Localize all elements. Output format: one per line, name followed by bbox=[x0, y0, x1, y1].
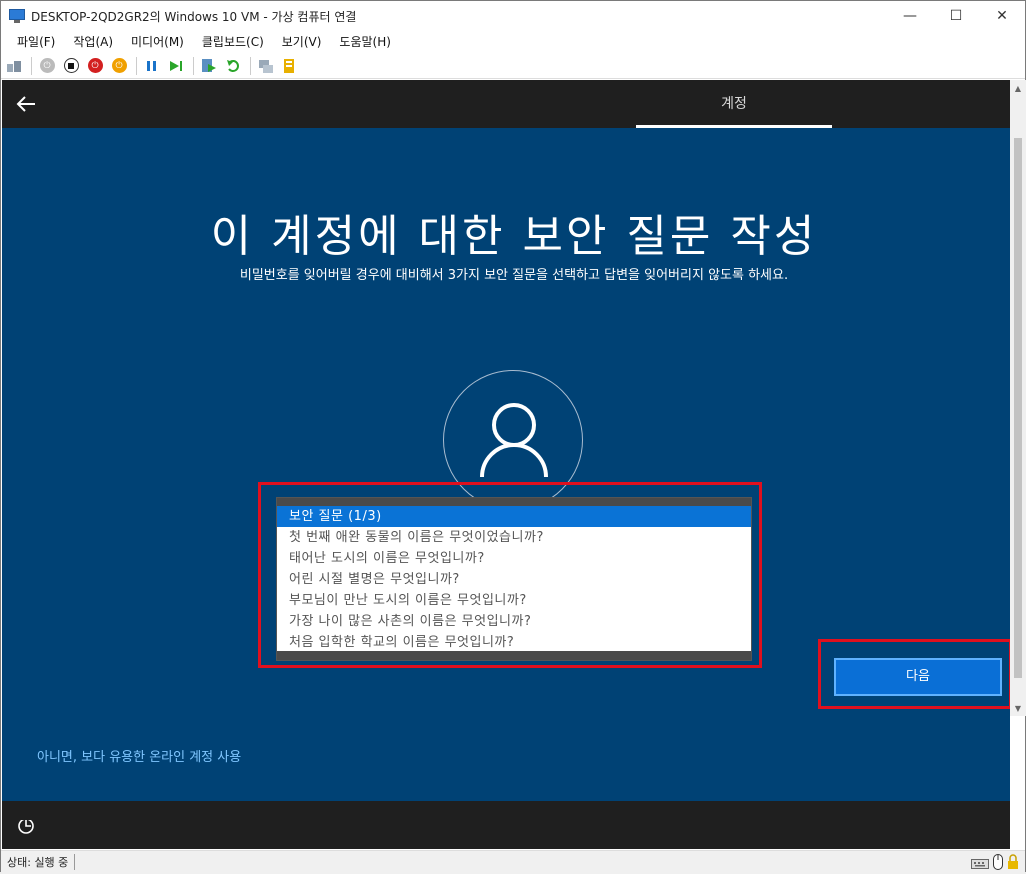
list-item-nickname[interactable]: 어린 시절 별명은 무엇입니까? bbox=[277, 569, 751, 590]
start-icon[interactable]: ⏻ bbox=[38, 57, 56, 75]
menu-view[interactable]: 보기(V) bbox=[273, 33, 331, 50]
list-item-birth-city[interactable]: 태어난 도시의 이름은 무엇입니까? bbox=[277, 548, 751, 569]
close-button[interactable]: ✕ bbox=[979, 1, 1025, 31]
mouse-icon bbox=[993, 854, 1003, 874]
list-item-parents-city[interactable]: 부모님이 만난 도시의 이름은 무엇입니까? bbox=[277, 590, 751, 611]
scroll-thumb[interactable] bbox=[1014, 138, 1022, 678]
list-item-cousin[interactable]: 가장 나이 많은 사촌의 이름은 무엇입니까? bbox=[277, 611, 751, 632]
oobe-header: 계정 bbox=[2, 80, 1010, 128]
security-question-listbox[interactable]: 보안 질문 (1/3) 첫 번째 애완 동물의 이름은 무엇이었습니까? 태어난… bbox=[276, 497, 752, 661]
scroll-down-icon[interactable]: ▼ bbox=[1010, 700, 1026, 716]
minimize-button[interactable]: — bbox=[887, 1, 933, 31]
window-title: DESKTOP-2QD2GR2의 Windows 10 VM - 가상 컴퓨터 … bbox=[31, 9, 357, 24]
menu-file[interactable]: 파일(F) bbox=[1, 33, 64, 50]
enhanced-session-icon[interactable] bbox=[257, 57, 275, 75]
turn-off-icon[interactable] bbox=[62, 57, 80, 75]
scroll-up-icon[interactable]: ▲ bbox=[1010, 80, 1026, 96]
vm-connection-icon bbox=[9, 9, 25, 23]
menu-media[interactable]: 미디어(M) bbox=[122, 33, 193, 50]
ease-of-access-icon[interactable] bbox=[16, 815, 36, 839]
menu-clipboard[interactable]: 클립보드(C) bbox=[193, 33, 273, 50]
keyboard-icon bbox=[971, 855, 989, 874]
list-item-pet[interactable]: 첫 번째 애완 동물의 이름은 무엇이었습니까? bbox=[277, 527, 751, 548]
save-icon[interactable]: ⏻ bbox=[110, 57, 128, 75]
status-bar: 상태: 실행 중 bbox=[1, 850, 1025, 872]
list-item-placeholder[interactable]: 보안 질문 (1/3) bbox=[277, 506, 751, 527]
maximize-button[interactable]: ☐ bbox=[933, 1, 979, 31]
page-subtitle: 비밀번호를 잊어버릴 경우에 대비해서 3가지 보안 질문을 선택하고 답변을 … bbox=[239, 268, 789, 283]
tab-account: 계정 bbox=[721, 96, 747, 112]
menu-bar: 파일(F) 작업(A) 미디어(M) 클립보드(C) 보기(V) 도움말(H) bbox=[1, 31, 1025, 51]
next-button[interactable]: 다음 bbox=[834, 658, 1002, 696]
menu-action[interactable]: 작업(A) bbox=[64, 33, 122, 50]
revert-icon[interactable] bbox=[224, 57, 242, 75]
menu-help[interactable]: 도움말(H) bbox=[330, 33, 400, 50]
oobe-footer bbox=[2, 801, 1010, 849]
checkpoint-icon[interactable] bbox=[200, 57, 218, 75]
vm-screen: 계정 이 계정에 대한 보안 질문 작성 비밀번호를 잊어버릴 경우에 대비해서… bbox=[2, 80, 1010, 849]
pause-icon[interactable] bbox=[143, 57, 161, 75]
share-icon[interactable] bbox=[281, 57, 299, 75]
toolbar: ⏻ ⏻ ⏻ bbox=[1, 53, 1025, 79]
page-title: 이 계정에 대한 보안 질문 작성 bbox=[210, 211, 818, 262]
tab-underline bbox=[636, 125, 832, 128]
vertical-scrollbar[interactable]: ▲ ▼ bbox=[1010, 80, 1026, 716]
status-text: 상태: 실행 중 bbox=[7, 853, 76, 870]
ctrl-alt-del-icon[interactable] bbox=[5, 57, 23, 75]
shut-down-icon[interactable]: ⏻ bbox=[86, 57, 104, 75]
vm-connection-window: DESKTOP-2QD2GR2의 Windows 10 VM - 가상 컴퓨터 … bbox=[0, 0, 1026, 872]
resume-icon[interactable] bbox=[167, 57, 185, 75]
lock-icon bbox=[1007, 854, 1019, 874]
list-item-first-school[interactable]: 처음 입학한 학교의 이름은 무엇입니까? bbox=[277, 632, 751, 653]
back-arrow-icon[interactable] bbox=[14, 92, 38, 116]
online-account-link[interactable]: 아니면, 보다 유용한 온라인 계정 사용 bbox=[37, 746, 241, 765]
title-bar: DESKTOP-2QD2GR2의 Windows 10 VM - 가상 컴퓨터 … bbox=[1, 1, 1025, 31]
